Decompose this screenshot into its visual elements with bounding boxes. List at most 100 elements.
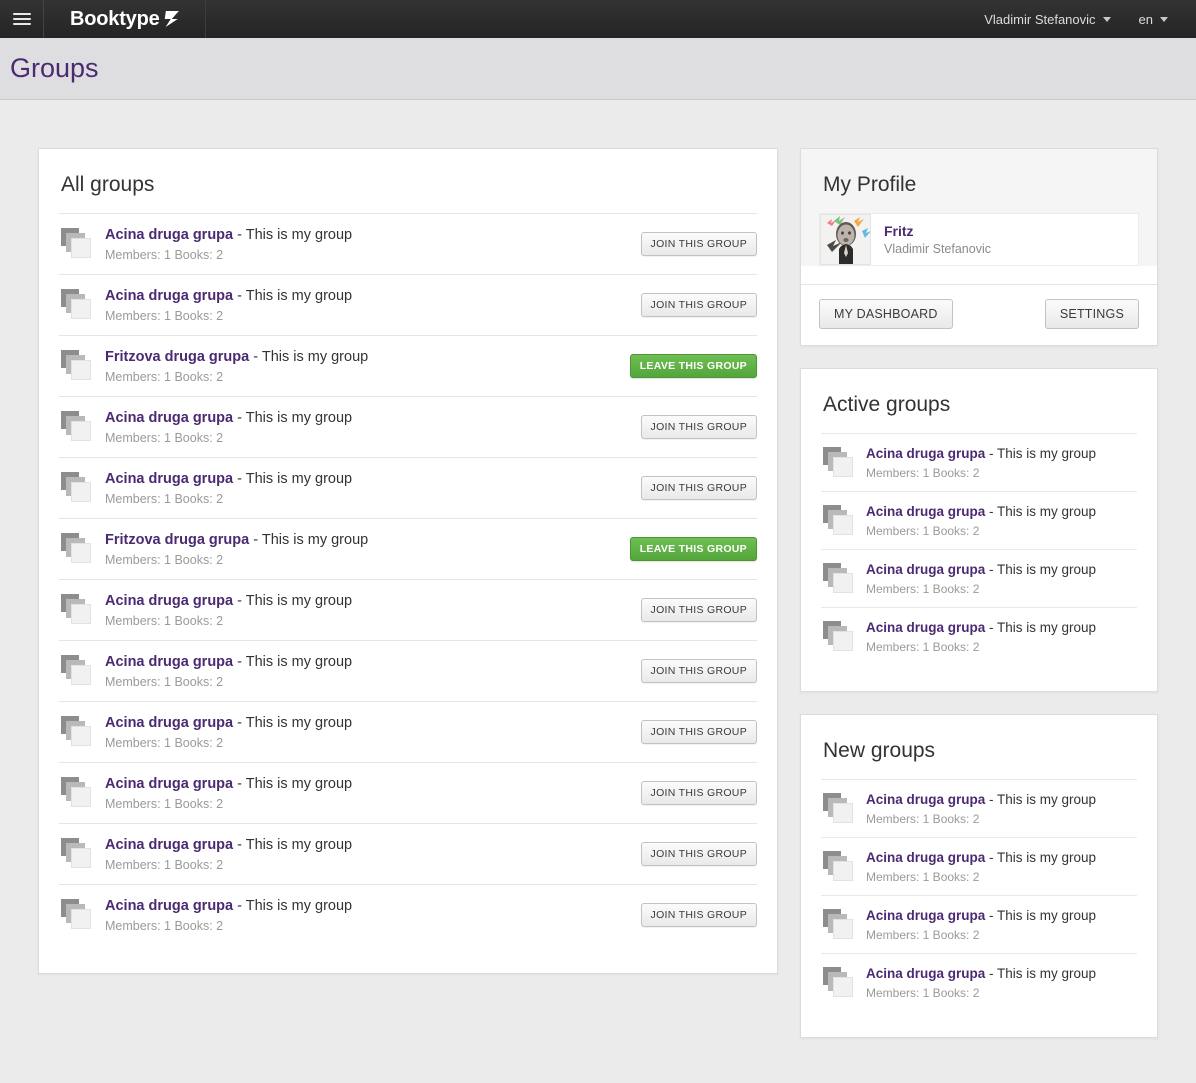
group-title-line: Acina druga grupa - This is my group — [105, 654, 352, 670]
join-this-group-button[interactable]: JOIN THIS GROUP — [640, 659, 757, 683]
group-text: Acina druga grupa - This is my group Memb… — [105, 287, 641, 323]
all-groups-list: Acina druga grupa - This is my group Memb… — [39, 213, 777, 973]
group-text: Acina druga grupa - This is my group Memb… — [105, 592, 641, 628]
join-this-group-button[interactable]: JOIN THIS GROUP — [640, 781, 757, 805]
group-name-link[interactable]: Acina druga grupa — [105, 898, 233, 914]
join-this-group-button[interactable]: JOIN THIS GROUP — [640, 415, 757, 439]
group-text: Fritzova druga grupa - This is my group M… — [105, 531, 630, 567]
group-name-link[interactable]: Acina druga grupa — [866, 562, 985, 577]
group-name-link[interactable]: Acina druga grupa — [105, 715, 233, 731]
group-name-link[interactable]: Acina druga grupa — [105, 410, 233, 426]
active-groups-heading: Active groups — [823, 393, 951, 416]
group-name-link[interactable]: Acina druga grupa — [866, 966, 985, 981]
group-meta: Members: 1 Books: 2 — [866, 870, 980, 884]
group-description: - This is my group — [985, 504, 1097, 519]
leave-this-group-button[interactable]: LEAVE THIS GROUP — [629, 354, 757, 378]
group-name-link[interactable]: Acina druga grupa — [866, 504, 985, 519]
group-title-line: Fritzova druga grupa - This is my group — [105, 349, 368, 365]
group-name-link[interactable]: Acina druga grupa — [105, 593, 233, 609]
group-name-link[interactable]: Acina druga grupa — [866, 446, 985, 461]
group-name-link[interactable]: Acina druga grupa — [866, 792, 985, 807]
group-name-link[interactable]: Acina druga grupa — [105, 288, 233, 304]
new-groups-panel: New groups Acina druga grupa - This is m… — [800, 714, 1158, 1038]
main-column: All groups Acina druga grupa - This is m… — [38, 148, 778, 974]
group-name-link[interactable]: Acina druga grupa — [105, 654, 233, 670]
group-name-link[interactable]: Acina druga grupa — [105, 776, 233, 792]
profile-nickname[interactable]: Fritz — [884, 223, 991, 239]
group-name-link[interactable]: Acina druga grupa — [105, 837, 233, 853]
my-dashboard-button[interactable]: MY DASHBOARD — [819, 299, 953, 329]
group-meta: Members: 1 Books: 2 — [105, 797, 224, 811]
group-text: Acina druga grupa - This is my group Memb… — [866, 849, 1137, 884]
group-text: Fritzova druga grupa - This is my group M… — [105, 348, 630, 384]
table-row: Acina druga grupa - This is my group Memb… — [59, 579, 757, 640]
caret-down-icon — [1102, 16, 1111, 22]
group-title-line: Acina druga grupa - This is my group — [105, 593, 352, 609]
profile-action-bar: MY DASHBOARD SETTINGS — [801, 284, 1157, 345]
group-stack-icon — [823, 908, 857, 941]
group-meta: Members: 1 Books: 2 — [105, 492, 224, 506]
brand-logo-link[interactable]: Booktype — [44, 0, 206, 38]
group-text: Acina druga grupa - This is my group Memb… — [866, 619, 1137, 654]
user-menu-label: Vladimir Stefanovic — [984, 11, 1096, 27]
join-this-group-button[interactable]: JOIN THIS GROUP — [640, 720, 757, 744]
group-name-link[interactable]: Acina druga grupa — [105, 227, 233, 243]
group-name-link[interactable]: Acina druga grupa — [866, 850, 985, 865]
list-item: Acina druga grupa - This is my group Memb… — [821, 549, 1137, 607]
group-title-line: Acina druga grupa - This is my group — [105, 776, 352, 792]
group-name-link[interactable]: Acina druga grupa — [866, 908, 985, 923]
group-stack-icon — [823, 446, 857, 479]
group-text: Acina druga grupa - This is my group Memb… — [866, 561, 1137, 596]
profile-info: Fritz Vladimir Stefanovic — [871, 223, 991, 256]
group-name-link[interactable]: Acina druga grupa — [105, 471, 233, 487]
group-text: Acina druga grupa - This is my group Memb… — [105, 714, 641, 750]
language-menu-button[interactable]: en — [1127, 0, 1180, 38]
all-groups-heading: All groups — [61, 173, 155, 196]
settings-button[interactable]: SETTINGS — [1044, 299, 1139, 329]
join-this-group-button[interactable]: JOIN THIS GROUP — [640, 842, 757, 866]
user-menu-button[interactable]: Vladimir Stefanovic — [972, 0, 1122, 38]
group-text: Acina druga grupa - This is my group Memb… — [105, 226, 641, 262]
group-stack-icon — [61, 411, 95, 443]
group-name-link[interactable]: Acina druga grupa — [866, 620, 985, 635]
group-meta: Members: 1 Books: 2 — [105, 248, 224, 262]
group-title-line: Acina druga grupa - This is my group — [105, 471, 352, 487]
group-title-line: Acina druga grupa - This is my group — [866, 908, 1096, 923]
group-name-link[interactable]: Fritzova druga grupa — [105, 349, 249, 365]
group-meta: Members: 1 Books: 2 — [105, 858, 224, 872]
group-title-line: Acina druga grupa - This is my group — [866, 966, 1096, 981]
join-this-group-button[interactable]: JOIN THIS GROUP — [640, 232, 757, 256]
my-profile-heading: My Profile — [823, 173, 917, 196]
join-this-group-button[interactable]: JOIN THIS GROUP — [640, 903, 757, 927]
group-description: - This is my group — [985, 966, 1097, 981]
join-this-group-button[interactable]: JOIN THIS GROUP — [640, 293, 757, 317]
group-stack-icon — [823, 850, 857, 883]
table-row: Acina druga grupa - This is my group Memb… — [59, 457, 757, 518]
group-stack-icon — [823, 792, 857, 825]
group-title-line: Acina druga grupa - This is my group — [866, 504, 1096, 519]
group-name-link[interactable]: Fritzova druga grupa — [105, 532, 249, 548]
list-item: Acina druga grupa - This is my group Memb… — [821, 433, 1137, 491]
group-description: - This is my group — [233, 654, 353, 670]
group-meta: Members: 1 Books: 2 — [105, 614, 224, 628]
group-meta: Members: 1 Books: 2 — [105, 919, 224, 933]
list-item: Acina druga grupa - This is my group Memb… — [821, 953, 1137, 1011]
group-meta: Members: 1 Books: 2 — [105, 431, 224, 445]
group-stack-icon — [823, 562, 857, 595]
top-navigation-bar: Booktype Vladimir Stefanovic en — [0, 0, 1196, 38]
join-this-group-button[interactable]: JOIN THIS GROUP — [640, 476, 757, 500]
group-title-line: Acina druga grupa - This is my group — [866, 850, 1096, 865]
group-text: Acina druga grupa - This is my group Memb… — [866, 907, 1137, 942]
group-meta: Members: 1 Books: 2 — [866, 812, 980, 826]
my-profile-panel: My Profile Fritz Vladimir Stefanovic MY … — [800, 148, 1158, 346]
group-title-line: Fritzova druga grupa - This is my group — [105, 532, 368, 548]
group-description: - This is my group — [249, 532, 369, 548]
hamburger-menu-button[interactable] — [0, 0, 44, 38]
join-this-group-button[interactable]: JOIN THIS GROUP — [640, 598, 757, 622]
leave-this-group-button[interactable]: LEAVE THIS GROUP — [629, 537, 757, 561]
active-groups-list: Acina druga grupa - This is my group Memb… — [801, 433, 1157, 691]
page-title: Groups — [10, 53, 99, 83]
group-stack-icon — [61, 350, 95, 382]
table-row: Fritzova druga grupa - This is my group M… — [59, 335, 757, 396]
profile-card[interactable]: Fritz Vladimir Stefanovic — [819, 213, 1139, 266]
